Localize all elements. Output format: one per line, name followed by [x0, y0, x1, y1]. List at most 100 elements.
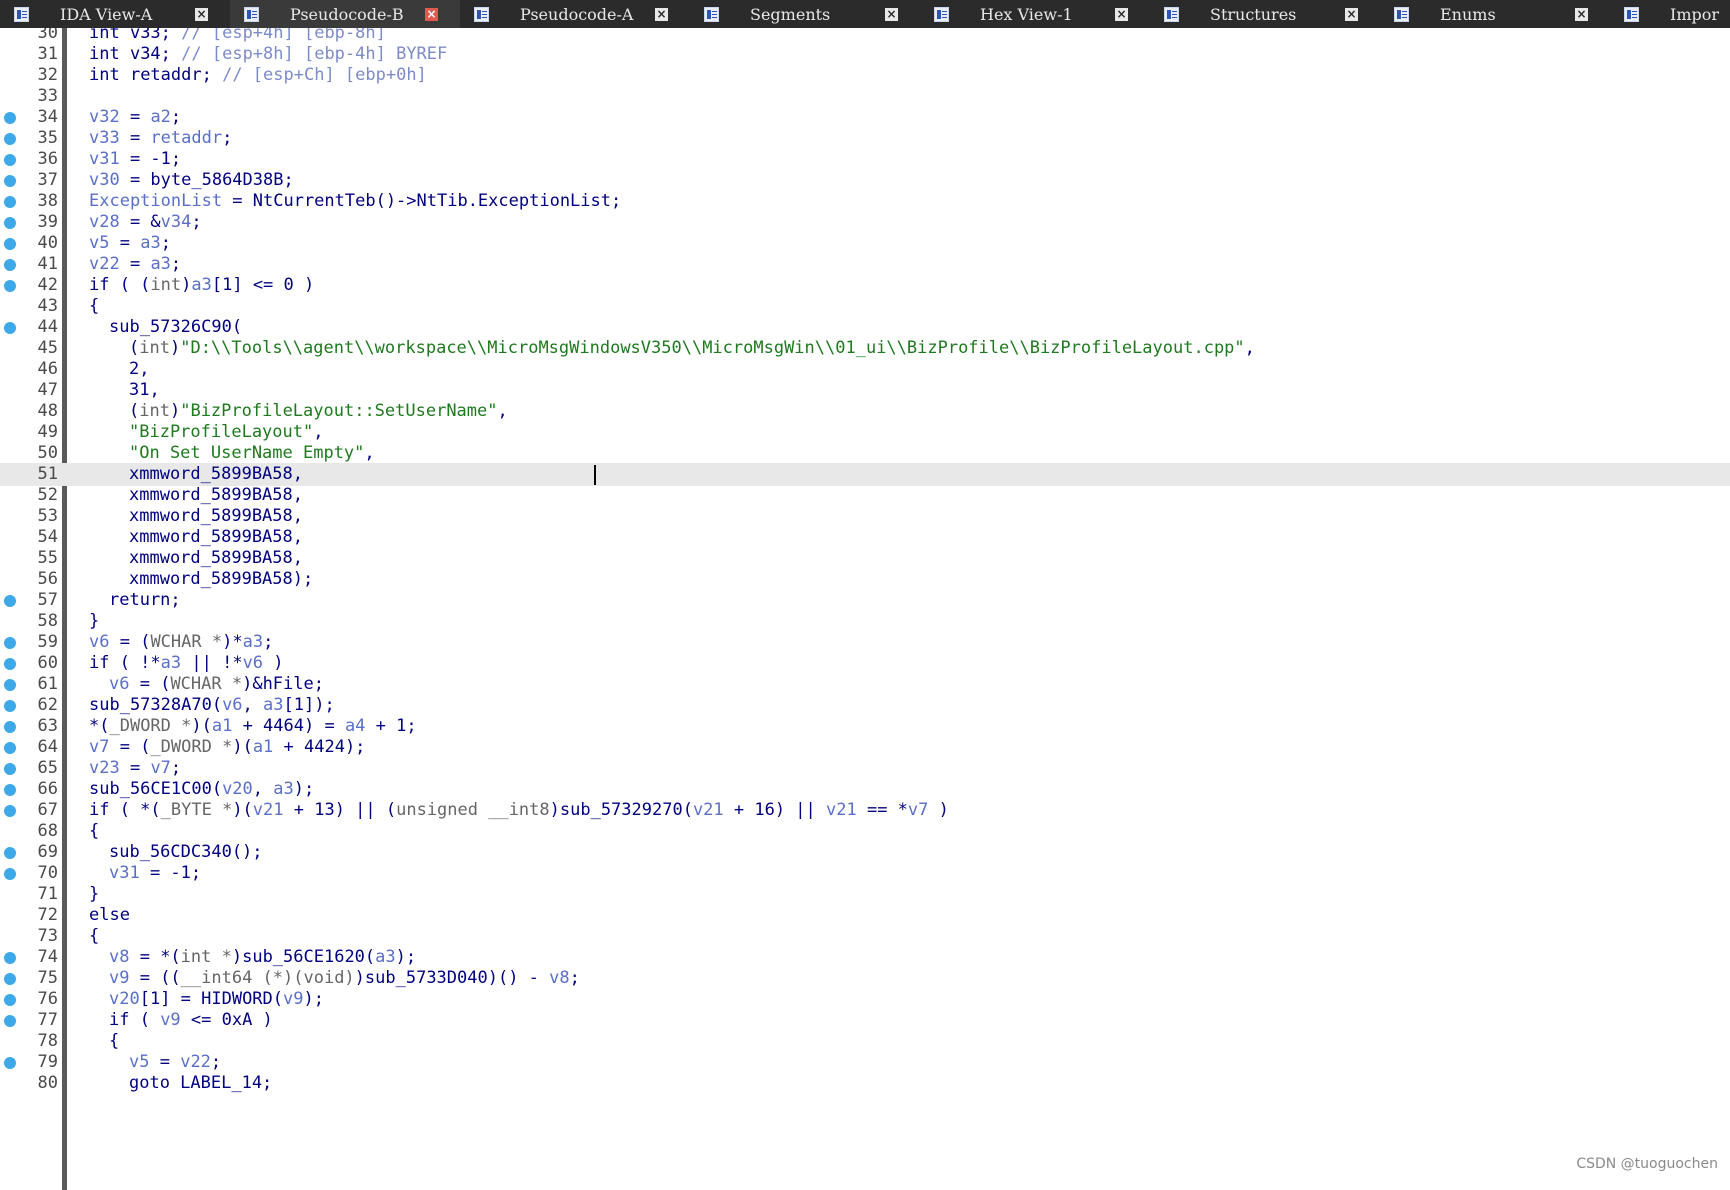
breakpoint-dot-icon[interactable] [4, 805, 16, 817]
close-icon[interactable]: × [1575, 7, 1588, 21]
breakpoint-dot-icon[interactable] [4, 238, 16, 250]
tab-hex-view-1[interactable]: Hex View-1 × [920, 0, 1150, 28]
code-line[interactable]: 70 v31 = -1; [0, 862, 1730, 885]
code-line[interactable]: 44 sub_57326C90( [0, 316, 1730, 339]
code-line[interactable]: 72 else [0, 904, 1730, 927]
code-line[interactable]: 41 v22 = a3; [0, 253, 1730, 276]
close-icon[interactable]: × [195, 7, 208, 21]
code-line[interactable]: 78 { [0, 1030, 1730, 1053]
breakpoint-dot-icon[interactable] [4, 217, 16, 229]
breakpoint-dot-icon[interactable] [4, 784, 16, 796]
code-line[interactable]: 77 if ( v9 <= 0xA ) [0, 1009, 1730, 1032]
code-token: _DWORD * [109, 716, 192, 736]
breakpoint-dot-icon[interactable] [4, 1057, 16, 1069]
code-line[interactable]: 36 v31 = -1; [0, 148, 1730, 171]
code-line[interactable]: 55 xmmword_5899BA58, [0, 547, 1730, 570]
window-icon [244, 6, 259, 22]
code-line[interactable]: 34 v32 = a2; [0, 106, 1730, 129]
code-line[interactable]: 52 xmmword_5899BA58, [0, 484, 1730, 507]
code-line[interactable]: 40 v5 = a3; [0, 232, 1730, 255]
code-line[interactable]: 73 { [0, 925, 1730, 948]
breakpoint-dot-icon[interactable] [4, 196, 16, 208]
code-line[interactable]: 61 v6 = (WCHAR *)&hFile; [0, 673, 1730, 696]
code-line[interactable]: 79 v5 = v22; [0, 1051, 1730, 1074]
code-line[interactable]: 46 2, [0, 358, 1730, 381]
code-line[interactable]: 64 v7 = (_DWORD *)(a1 + 4424); [0, 736, 1730, 759]
breakpoint-dot-icon[interactable] [4, 175, 16, 187]
code-line[interactable]: 45 (int)"D:\\Tools\\agent\\workspace\\Mic… [0, 337, 1730, 360]
breakpoint-dot-icon[interactable] [4, 952, 16, 964]
code-line[interactable]: 58} [0, 610, 1730, 633]
code-line[interactable]: 37 v30 = byte_5864D38B; [0, 169, 1730, 192]
breakpoint-dot-icon[interactable] [4, 763, 16, 775]
line-number: 44 [37, 317, 58, 337]
breakpoint-dot-icon[interactable] [4, 994, 16, 1006]
code-line[interactable]: 80 goto LABEL_14; [0, 1072, 1730, 1095]
code-line[interactable]: 47 31, [0, 379, 1730, 402]
pseudocode-editor[interactable]: 30 int v33; // [esp+4h] [ebp-8h] 31 int v34… [0, 28, 1730, 1190]
breakpoint-dot-icon[interactable] [4, 259, 16, 271]
close-icon[interactable]: × [1115, 7, 1128, 21]
close-icon[interactable]: × [655, 7, 668, 21]
tab-ida-view-a[interactable]: IDA View-A × [0, 0, 230, 28]
code-line[interactable]: 32 int retaddr; // [esp+Ch] [ebp+0h] [0, 64, 1730, 87]
breakpoint-dot-icon[interactable] [4, 280, 16, 292]
code-line[interactable]: 74 v8 = *(int *)sub_56CE1620(a3); [0, 946, 1730, 969]
breakpoint-dot-icon[interactable] [4, 679, 16, 691]
breakpoint-dot-icon[interactable] [4, 658, 16, 670]
code-line[interactable]: 57 return; [0, 589, 1730, 612]
breakpoint-dot-icon[interactable] [4, 637, 16, 649]
code-line[interactable]: 50 "On Set UserName Empty", [0, 442, 1730, 465]
code-line[interactable]: 69 sub_56CDC340(); [0, 841, 1730, 864]
breakpoint-dot-icon[interactable] [4, 700, 16, 712]
code-line[interactable]: 75 v9 = ((__int64 (*)(void))sub_5733D040)… [0, 967, 1730, 990]
code-line[interactable]: 51 xmmword_5899BA58, [0, 463, 1730, 486]
code-line[interactable]: 53 xmmword_5899BA58, [0, 505, 1730, 528]
breakpoint-dot-icon[interactable] [4, 322, 16, 334]
code-line[interactable]: 65 v23 = v7; [0, 757, 1730, 780]
code-line[interactable]: 43 { [0, 295, 1730, 318]
breakpoint-dot-icon[interactable] [4, 742, 16, 754]
close-icon[interactable]: × [885, 7, 898, 21]
code-line[interactable]: 63 *(_DWORD *)(a1 + 4464) = a4 + 1; [0, 715, 1730, 738]
code-line[interactable]: 42 if ( (int)a3[1] <= 0 ) [0, 274, 1730, 297]
code-line[interactable]: 33 [0, 85, 1730, 108]
breakpoint-dot-icon[interactable] [4, 973, 16, 985]
code-line[interactable]: 54 xmmword_5899BA58, [0, 526, 1730, 549]
code-text: int retaddr; // [esp+Ch] [ebp+0h] [89, 64, 427, 87]
code-line[interactable]: 59 v6 = (WCHAR *)*a3; [0, 631, 1730, 654]
code-line[interactable]: 62 sub_57328A70(v6, a3[1]); [0, 694, 1730, 717]
breakpoint-dot-icon[interactable] [4, 154, 16, 166]
breakpoint-dot-icon[interactable] [4, 721, 16, 733]
code-line[interactable]: 48 (int)"BizProfileLayout::SetUserName", [0, 400, 1730, 423]
code-line[interactable]: 49 "BizProfileLayout", [0, 421, 1730, 444]
tab-impor[interactable]: Impor [1610, 0, 1730, 28]
code-token: = [119, 254, 151, 274]
tab-structures[interactable]: Structures × [1150, 0, 1380, 28]
close-icon[interactable]: × [1345, 7, 1358, 21]
code-line[interactable]: 35 v33 = retaddr; [0, 127, 1730, 150]
breakpoint-dot-icon[interactable] [4, 1015, 16, 1027]
code-line[interactable]: 68 { [0, 820, 1730, 843]
code-line[interactable]: 38 ExceptionList = NtCurrentTeb()->NtTib.… [0, 190, 1730, 213]
tab-pseudocode-a[interactable]: Pseudocode-A × [460, 0, 690, 28]
code-line[interactable]: 71} [0, 883, 1730, 906]
code-line[interactable]: 56 xmmword_5899BA58); [0, 568, 1730, 591]
code-line[interactable]: 66 sub_56CE1C00(v20, a3); [0, 778, 1730, 801]
tab-enums[interactable]: Enums × [1380, 0, 1610, 28]
breakpoint-dot-icon[interactable] [4, 868, 16, 880]
tab-segments[interactable]: Segments × [690, 0, 920, 28]
code-line[interactable]: 67 if ( *(_BYTE *)(v21 + 13) || (unsigned… [0, 799, 1730, 822]
breakpoint-dot-icon[interactable] [4, 595, 16, 607]
code-line[interactable]: 76 v20[1] = HIDWORD(v9); [0, 988, 1730, 1011]
code-line[interactable]: 60 if ( !*a3 || !*v6 ) [0, 652, 1730, 675]
close-icon[interactable]: × [425, 7, 438, 21]
line-number: 38 [37, 191, 58, 211]
code-line[interactable]: 39 v28 = &v34; [0, 211, 1730, 234]
breakpoint-dot-icon[interactable] [4, 112, 16, 124]
breakpoint-dot-icon[interactable] [4, 847, 16, 859]
breakpoint-dot-icon[interactable] [4, 133, 16, 145]
code-line[interactable]: 31 int v34; // [esp+8h] [ebp-4h] BYREF [0, 43, 1730, 66]
code-token: v8 [549, 968, 570, 988]
tab-pseudocode-b[interactable]: Pseudocode-B × [230, 0, 460, 28]
